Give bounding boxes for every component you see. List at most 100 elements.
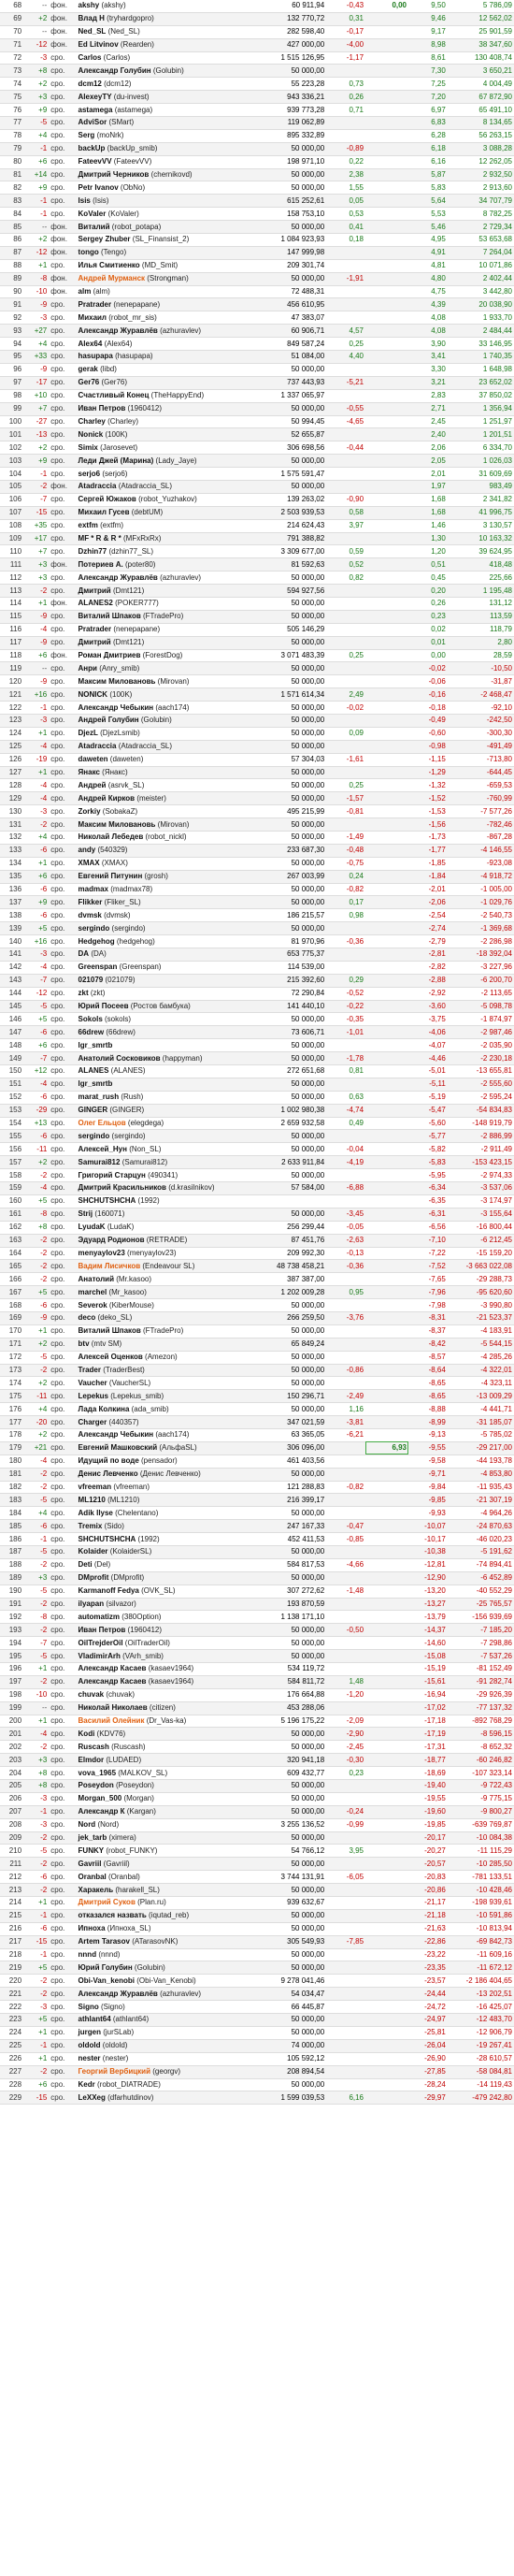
participant-name-link[interactable]: vfreeman: [79, 1483, 112, 1491]
participant-name-cell[interactable]: Григорий Старцун (490341): [76, 1168, 247, 1183]
participant-name-cell[interactable]: XMAX (XMAX): [76, 857, 247, 871]
participant-name-link[interactable]: backUp: [79, 144, 106, 152]
participant-name-link[interactable]: Григорий Старцун: [79, 1171, 146, 1179]
participant-name-link[interactable]: Денис Левченко: [79, 1469, 138, 1478]
participant-name-link[interactable]: Михаил Гусев: [79, 508, 130, 516]
participant-name-cell[interactable]: Евгений Питунин (grosh): [76, 870, 247, 884]
participant-name-cell[interactable]: Simix (Jarosevet): [76, 441, 247, 456]
participant-name-cell[interactable]: Максим Миловановь (Mirovan): [76, 818, 247, 832]
participant-name-link[interactable]: DjezL: [79, 729, 98, 737]
participant-name-link[interactable]: Carlos: [79, 53, 102, 62]
participant-name-cell[interactable]: ML1210 (ML1210): [76, 1493, 247, 1508]
participant-name-link[interactable]: nnnd: [79, 1950, 97, 1959]
participant-name-cell[interactable]: Severok (KiberMouse): [76, 1298, 247, 1312]
participant-name-link[interactable]: Obi-Van_kenobi: [79, 1976, 135, 1985]
participant-name-link[interactable]: sergindo: [79, 1132, 110, 1140]
participant-name-cell[interactable]: Михаил (robot_mr_sis): [76, 311, 247, 326]
participant-name-link[interactable]: Александр Касаев: [79, 1677, 147, 1686]
participant-name-cell[interactable]: vova_1965 (MALKOV_SL): [76, 1766, 247, 1781]
participant-name-link[interactable]: Андрей: [79, 781, 107, 789]
participant-name-cell[interactable]: Олег Ельцов (elegdega): [76, 1117, 247, 1131]
participant-name-cell[interactable]: btv (mtv SM): [76, 1338, 247, 1352]
participant-name-cell[interactable]: DMprofit (DMprofit): [76, 1571, 247, 1585]
participant-name-link[interactable]: FUNKY: [79, 1846, 105, 1855]
participant-name-cell[interactable]: nester (nester): [76, 2052, 247, 2066]
participant-name-link[interactable]: Потериев А.: [79, 560, 123, 569]
participant-name-cell[interactable]: NONICK (100K): [76, 687, 247, 702]
participant-name-link[interactable]: madmax: [79, 885, 108, 893]
participant-name-link[interactable]: Kedr: [79, 2080, 95, 2089]
participant-name-cell[interactable]: Георгий Вербицкий (georgv): [76, 2065, 247, 2079]
participant-name-cell[interactable]: Счастливый Конец (TheHappyEnd): [76, 389, 247, 403]
participant-name-cell[interactable]: nnnd (nnnd): [76, 1948, 247, 1962]
participant-name-cell[interactable]: AlexeyTY (du-invest): [76, 90, 247, 105]
participant-name-link[interactable]: Elmdor: [79, 1756, 105, 1764]
participant-name-cell[interactable]: Lepekus (Lepekus_smib): [76, 1389, 247, 1404]
participant-name-cell[interactable]: ilyapan (silvazor): [76, 1598, 247, 1612]
participant-name-cell[interactable]: Алексей_Нун (Non_SL): [76, 1142, 247, 1157]
participant-name-link[interactable]: Иван Петров: [79, 1626, 126, 1634]
participant-name-link[interactable]: Максим Миловановь: [79, 820, 156, 829]
participant-name-cell[interactable]: Анатолий (Mr.kasoo): [76, 1272, 247, 1287]
participant-name-link[interactable]: Николай Николаев: [79, 1703, 148, 1712]
participant-name-link[interactable]: Gavriil: [79, 1860, 102, 1868]
participant-name-link[interactable]: Lepekus: [79, 1392, 108, 1400]
participant-name-cell[interactable]: ALANES2 (POKER777): [76, 597, 247, 611]
participant-name-cell[interactable]: Carlos (Carlos): [76, 51, 247, 65]
participant-name-link[interactable]: Kodi: [79, 1729, 95, 1738]
participant-name-cell[interactable]: Karmanoff Fedya (OVK_SL): [76, 1585, 247, 1599]
participant-name-cell[interactable]: Atadraccia (Atadraccia_SL): [76, 740, 247, 754]
participant-name-cell[interactable]: Ned_SL (Ned_SL): [76, 25, 247, 39]
participant-name-link[interactable]: Simix: [79, 443, 98, 452]
participant-name-cell[interactable]: extfm (extfm): [76, 519, 247, 533]
participant-name-link[interactable]: btv: [79, 1339, 90, 1348]
participant-name-link[interactable]: отказался назвать: [79, 1911, 147, 1919]
participant-name-cell[interactable]: Artem Tarasov (ATarasovNK): [76, 1935, 247, 1949]
participant-name-link[interactable]: menyaylov23: [79, 1249, 125, 1257]
participant-name-cell[interactable]: Greenspan (Greenspan): [76, 961, 247, 975]
participant-name-cell[interactable]: Adik Ilyse (Chelentano): [76, 1506, 247, 1521]
participant-name-cell[interactable]: hasupapa (hasupapa): [76, 350, 247, 364]
participant-name-link[interactable]: Леди Джей (Марина): [79, 456, 154, 465]
participant-name-link[interactable]: Виталий: [79, 223, 110, 231]
participant-name-cell[interactable]: FUNKY (robot_FUNKY): [76, 1844, 247, 1859]
participant-name-cell[interactable]: Иван Петров (1960412): [76, 402, 247, 416]
participant-name-link[interactable]: Charley: [79, 417, 106, 426]
participant-name-link[interactable]: Pratrader: [79, 625, 112, 633]
participant-name-cell[interactable]: Ger76 (Ger76): [76, 376, 247, 390]
participant-name-cell[interactable]: ALANES (ALANES): [76, 1064, 247, 1078]
participant-name-cell[interactable]: Strij (160071): [76, 1208, 247, 1222]
participant-name-cell[interactable]: Signo (Signo): [76, 2000, 247, 2015]
participant-name-link[interactable]: zkt: [79, 989, 89, 997]
participant-name-cell[interactable]: Zorkiy (SobakaZ): [76, 804, 247, 819]
participant-name-link[interactable]: jek_tarb: [79, 1833, 107, 1842]
participant-name-cell[interactable]: automatizm (380Option): [76, 1610, 247, 1625]
participant-name-link[interactable]: GINGER: [79, 1106, 108, 1114]
participant-name-cell[interactable]: lgr_smrtb: [76, 1038, 247, 1053]
participant-name-link[interactable]: OilTrejderOil: [79, 1639, 123, 1647]
participant-name-cell[interactable]: Дмитрий (Dmt121): [76, 636, 247, 650]
participant-name-link[interactable]: astamega: [79, 106, 113, 114]
participant-name-link[interactable]: ilyapan: [79, 1599, 105, 1608]
participant-name-cell[interactable]: serjo6 (serjo6): [76, 467, 247, 481]
participant-name-cell[interactable]: Лада Колкина (ada_smib): [76, 1402, 247, 1417]
participant-name-cell[interactable]: sergindo (sergindo): [76, 921, 247, 936]
participant-name-link[interactable]: DMprofit: [79, 1573, 109, 1582]
participant-name-cell[interactable]: menyaylov23 (menyaylov23): [76, 1247, 247, 1261]
participant-name-link[interactable]: MF * R & R *: [79, 534, 121, 543]
participant-name-link[interactable]: Deti: [79, 1560, 93, 1569]
participant-name-cell[interactable]: Александр Голубин (Golubin): [76, 64, 247, 79]
participant-name-link[interactable]: Hedgehog: [79, 937, 115, 946]
participant-name-link[interactable]: Kolaider: [79, 1547, 108, 1556]
participant-name-cell[interactable]: AdviSor (SMart): [76, 116, 247, 130]
participant-name-link[interactable]: Александр Журавлёв: [79, 573, 158, 582]
participant-name-link[interactable]: 021079: [79, 976, 104, 984]
participant-name-cell[interactable]: Serg (moNrk): [76, 129, 247, 143]
participant-name-cell[interactable]: Ипноха (Ипноха_SL): [76, 1922, 247, 1936]
participant-name-cell[interactable]: Анри (Anry_smib): [76, 661, 247, 676]
participant-name-link[interactable]: Poseydon: [79, 1781, 114, 1789]
participant-name-link[interactable]: AlexeyTY: [79, 93, 112, 101]
participant-name-link[interactable]: gerak: [79, 365, 98, 373]
participant-name-cell[interactable]: Николай Николаев (citizen): [76, 1701, 247, 1715]
participant-name-cell[interactable]: Александр Журавлёв (azhuravlev): [76, 1987, 247, 2002]
